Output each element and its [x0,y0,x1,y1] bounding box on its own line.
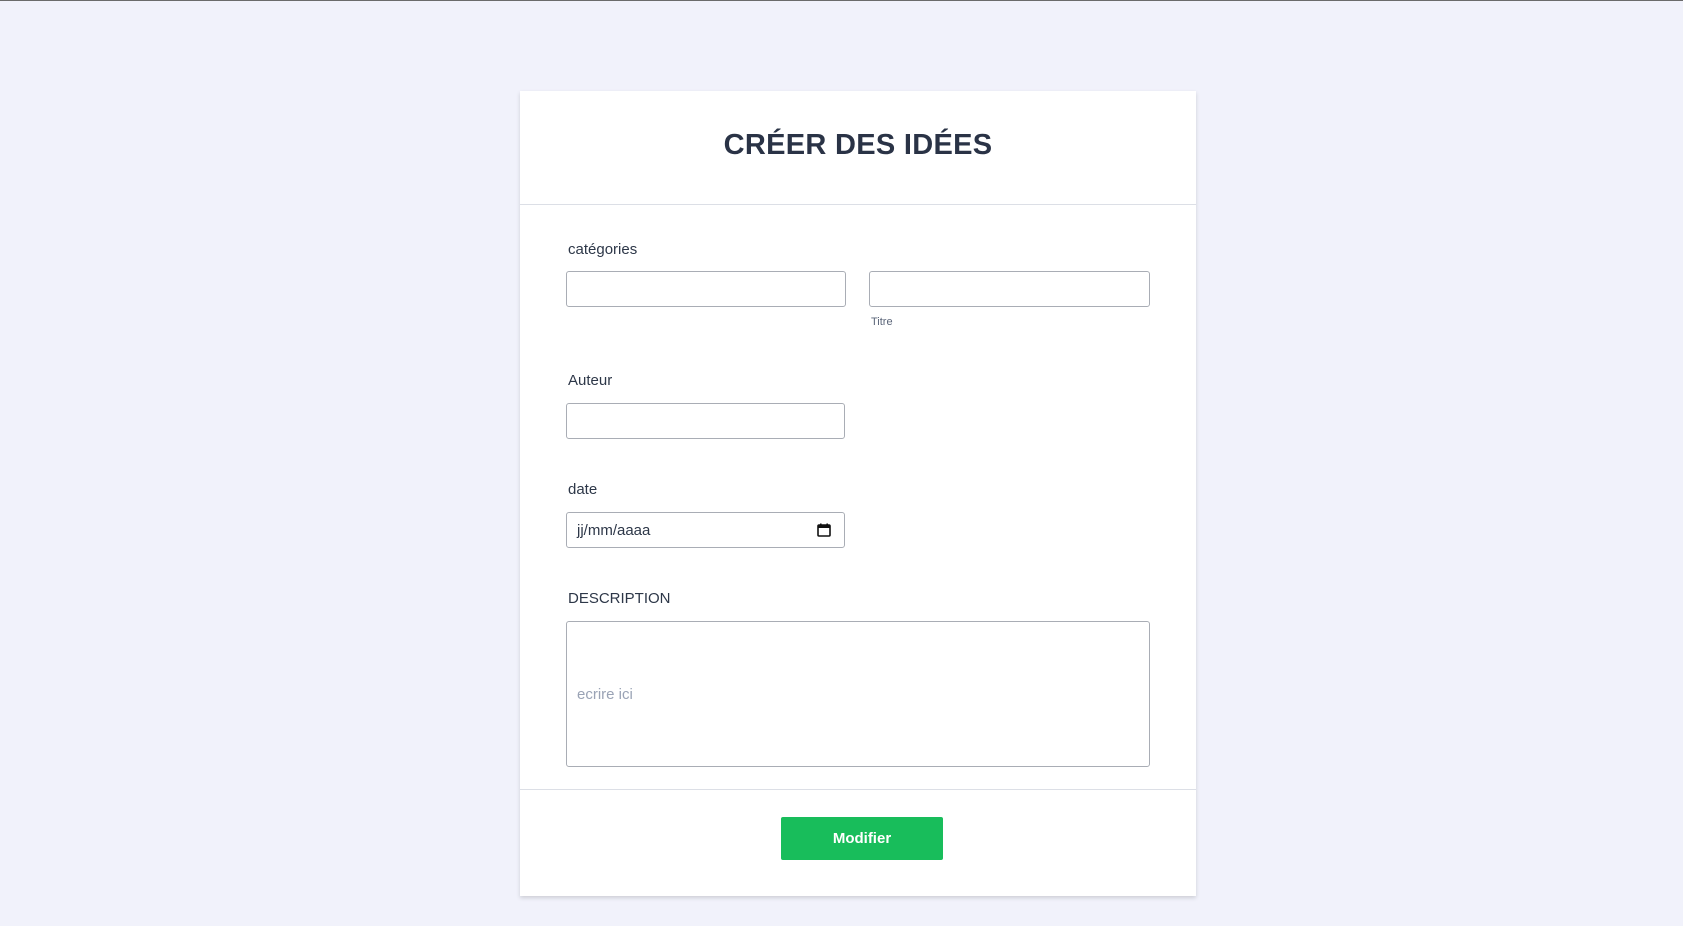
titre-hint: Titre [871,316,893,328]
categories-input[interactable] [566,271,846,307]
date-label: date [568,481,598,498]
titre-input[interactable] [869,271,1150,307]
modifier-button[interactable]: Modifier [781,817,943,860]
description-placeholder: ecrire ici [577,685,633,703]
card-header: CRÉER DES IDÉES [520,91,1196,205]
page-title: CRÉER DES IDÉES [723,129,993,161]
footer-divider [520,789,1196,790]
auteur-input[interactable] [566,403,845,439]
categories-label: catégories [568,241,638,258]
auteur-label: Auteur [568,372,613,389]
description-label: DESCRIPTION [568,590,671,607]
create-idea-card: CRÉER DES IDÉES catégories Titre Auteur … [520,91,1196,896]
date-input[interactable]: jj/mm/aaaa [566,512,845,548]
date-placeholder: jj/mm/aaaa [577,521,651,539]
description-textarea[interactable]: ecrire ici [566,621,1150,767]
calendar-icon[interactable] [817,523,832,538]
